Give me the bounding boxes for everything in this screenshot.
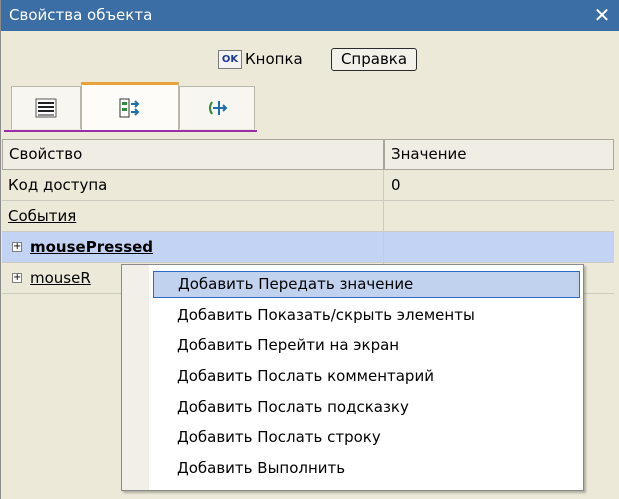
column-header-value[interactable]: Значение — [384, 139, 614, 170]
table-row-selected[interactable]: + mousePressed — [2, 232, 614, 263]
properties-list-icon — [35, 98, 57, 118]
expand-plus-icon[interactable]: + — [12, 273, 22, 283]
menu-item-add-send-hint[interactable]: Добавить Послать подсказку — [153, 394, 580, 421]
event-name: mousePressed — [30, 238, 154, 256]
tab-positioning[interactable] — [179, 86, 255, 129]
table-row[interactable]: События — [2, 201, 614, 232]
properties-window: Свойства объекта ✕ OK Кнопка Справка Сво… — [0, 0, 619, 499]
tab-divider — [4, 130, 257, 132]
close-icon[interactable]: ✕ — [590, 3, 614, 27]
menu-item-add-show-hide[interactable]: Добавить Показать/скрыть элементы — [153, 302, 580, 329]
menu-item-add-go-to-screen[interactable]: Добавить Перейти на экран — [153, 332, 580, 359]
property-name: Код доступа — [8, 176, 108, 194]
events-category-label: События — [8, 207, 77, 225]
move-icon — [209, 101, 228, 115]
ok-button-icon: OK — [218, 50, 242, 69]
expand-plus-icon[interactable]: + — [12, 242, 22, 252]
menu-item-add-execute[interactable]: Добавить Выполнить — [153, 455, 580, 482]
tab-events[interactable] — [81, 82, 179, 130]
event-name: mouseR — [30, 269, 91, 287]
menu-icon-strip — [122, 265, 149, 490]
table-row[interactable]: Код доступа 0 — [2, 170, 614, 201]
property-value[interactable]: 0 — [391, 176, 401, 194]
menu-item-add-send-string[interactable]: Добавить Послать строку — [153, 424, 580, 451]
title-bar[interactable]: Свойства объекта ✕ — [1, 0, 619, 31]
tab-properties[interactable] — [11, 86, 81, 129]
context-menu: Добавить Передать значение Добавить Пока… — [121, 264, 584, 491]
menu-item-add-transfer-value[interactable]: Добавить Передать значение — [153, 271, 580, 298]
column-header-property[interactable]: Свойство — [2, 139, 384, 170]
events-icon — [119, 98, 140, 117]
window-title: Свойства объекта — [9, 6, 153, 24]
object-type-label: Кнопка — [245, 50, 303, 68]
menu-item-add-send-comment[interactable]: Добавить Послать комментарий — [153, 363, 580, 390]
help-button[interactable]: Справка — [331, 48, 417, 71]
